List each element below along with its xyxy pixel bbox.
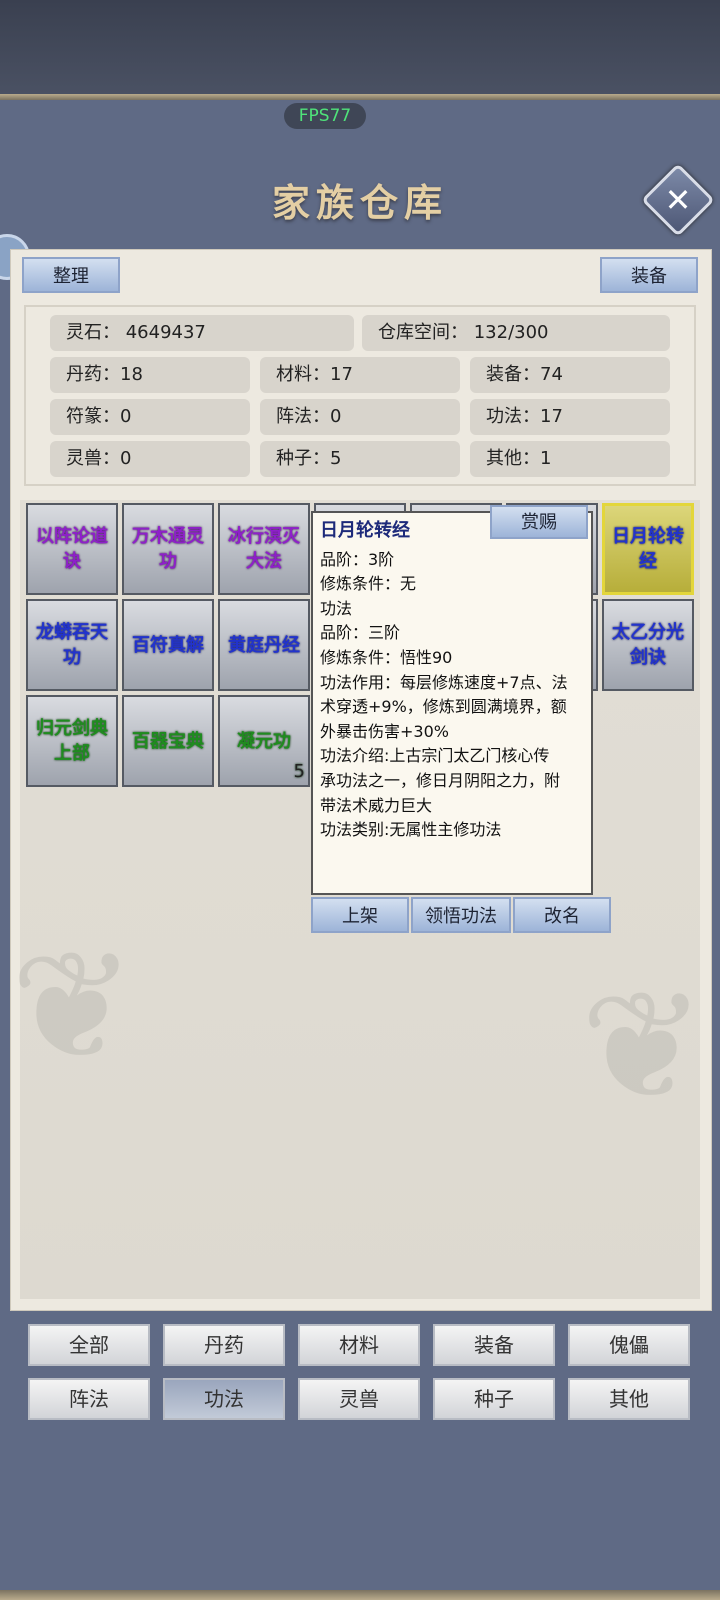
materials-stat: 材料：17	[260, 357, 460, 393]
list-for-sale-button[interactable]: 上架	[311, 897, 409, 933]
tooltip-line: 功法	[320, 598, 353, 618]
item-name: 黄庭丹经	[228, 634, 300, 656]
pills-stat: 丹药：18	[50, 357, 250, 393]
equipment-button[interactable]: 装备	[600, 257, 698, 293]
tab-pills[interactable]: 丹药	[163, 1324, 285, 1366]
tab-others[interactable]: 其他	[568, 1378, 690, 1420]
frame-border-top	[0, 94, 720, 100]
tab-seeds[interactable]: 种子	[433, 1378, 555, 1420]
frame-border-bottom	[0, 1590, 720, 1600]
item-slot[interactable]: 万木通灵功	[122, 503, 214, 595]
tab-puppets[interactable]: 傀儡	[568, 1324, 690, 1366]
item-name: 万木通灵功	[132, 526, 204, 572]
talismans-stat: 符篆：0	[50, 399, 250, 435]
item-slot[interactable]: 凝元功 5	[218, 695, 310, 787]
tab-materials[interactable]: 材料	[298, 1324, 420, 1366]
close-icon: ✕	[664, 181, 692, 219]
tab-beasts[interactable]: 灵兽	[298, 1378, 420, 1420]
tooltip-line: 修炼条件：无	[320, 574, 417, 594]
beasts-stat: 灵兽：0	[50, 441, 250, 477]
item-name: 日月轮转经	[612, 526, 684, 572]
item-slot[interactable]: 黄庭丹经	[218, 599, 310, 691]
tooltip-line: 承功法之一，修日月阴阳之力，附	[320, 770, 561, 790]
tab-all[interactable]: 全部	[28, 1324, 150, 1366]
tooltip-line: 功法介绍:上古宗门太乙门核心传	[320, 746, 550, 766]
reward-button[interactable]: 赏赐	[490, 505, 588, 539]
item-name: 太乙分光剑诀	[612, 622, 684, 668]
item-slot[interactable]: 百符真解	[122, 599, 214, 691]
item-slot[interactable]: 冰行溟灭大法	[218, 503, 310, 595]
capacity-stat: 仓库空间： 132/300	[362, 315, 670, 351]
item-slot[interactable]: 龙蟒吞天功	[26, 599, 118, 691]
others-stat: 其他：1	[470, 441, 670, 477]
seeds-stat: 种子：5	[260, 441, 460, 477]
tooltip-line: 术穿透+9%，修炼到圆满境界，额	[320, 697, 567, 717]
window-title: 家族仓库	[271, 180, 448, 225]
item-name: 冰行溟灭大法	[228, 526, 300, 572]
spirit-stone-stat: 灵石： 4649437	[50, 315, 354, 351]
bamboo-leaf-decoration: ❦	[580, 960, 706, 1134]
item-name: 以阵论道诀	[36, 526, 108, 572]
item-slot-selected[interactable]: 日月轮转经	[602, 503, 694, 595]
item-name: 百符真解	[132, 634, 204, 656]
tab-techniques[interactable]: 功法	[163, 1378, 285, 1420]
tooltip-line: 带法术威力巨大	[320, 795, 433, 815]
item-tooltip: 日月轮转经 品阶：3阶 修炼条件：无 功法 品阶：三阶 修炼条件：悟性90 功法…	[311, 511, 593, 895]
tooltip-line: 功法作用：每层修炼速度+7点、法	[320, 672, 568, 692]
tooltip-line: 品阶：三阶	[320, 623, 401, 643]
tab-equipment[interactable]: 装备	[433, 1324, 555, 1366]
item-name: 百器宝典	[132, 730, 204, 752]
tab-formations[interactable]: 阵法	[28, 1378, 150, 1420]
item-slot[interactable]: 以阵论道诀	[26, 503, 118, 595]
equipment-stat: 装备：74	[470, 357, 670, 393]
formations-stat: 阵法：0	[260, 399, 460, 435]
item-name: 归元剑典上部	[36, 718, 108, 764]
tooltip-line: 功法类别:无属性主修功法	[320, 820, 502, 840]
item-slot[interactable]: 归元剑典上部	[26, 695, 118, 787]
techniques-stat: 功法：17	[470, 399, 670, 435]
comprehend-technique-button[interactable]: 领悟功法	[411, 897, 511, 933]
tooltip-line: 外暴击伤害+30%	[320, 721, 449, 741]
sort-button[interactable]: 整理	[22, 257, 120, 293]
rename-button[interactable]: 改名	[513, 897, 611, 933]
item-count: 5	[293, 761, 305, 782]
item-slot[interactable]: 太乙分光剑诀	[602, 599, 694, 691]
top-bar	[0, 0, 720, 94]
item-name: 龙蟒吞天功	[36, 622, 108, 668]
bamboo-leaf-decoration: ❦	[10, 920, 136, 1094]
item-name: 凝元功	[237, 730, 291, 752]
fps-counter: FPS77	[284, 103, 366, 129]
item-slot[interactable]: 百器宝典	[122, 695, 214, 787]
tooltip-line: 修炼条件：悟性90	[320, 647, 453, 667]
tooltip-line: 品阶：3阶	[320, 549, 395, 569]
